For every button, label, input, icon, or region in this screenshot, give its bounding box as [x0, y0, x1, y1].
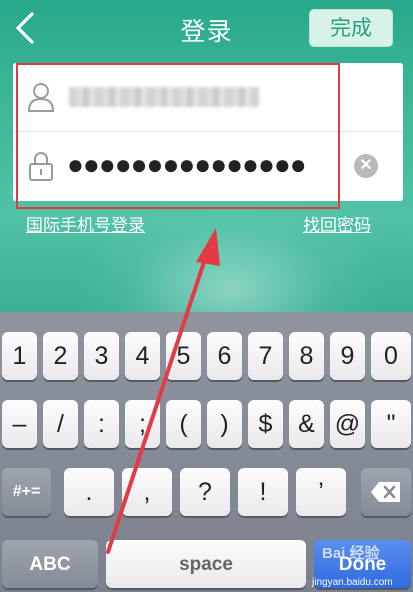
key-close-paren[interactable]: ): [207, 400, 242, 448]
abc-key[interactable]: ABC: [2, 540, 98, 588]
key-question[interactable]: ?: [180, 468, 230, 516]
nav-bar: 登录 完成: [0, 0, 413, 56]
key-semicolon[interactable]: ;: [125, 400, 160, 448]
user-icon: [27, 83, 55, 112]
space-key[interactable]: space: [106, 540, 306, 588]
back-button[interactable]: [8, 8, 42, 48]
clear-circle-icon[interactable]: ✕: [354, 154, 378, 178]
key-1[interactable]: 1: [2, 332, 37, 380]
key-slash[interactable]: /: [43, 400, 78, 448]
done-button[interactable]: 完成: [309, 9, 393, 47]
username-value-redacted: [69, 87, 259, 107]
key-6[interactable]: 6: [207, 332, 242, 380]
forgot-password-link[interactable]: 找回密码: [303, 211, 371, 236]
key-comma[interactable]: ,: [122, 468, 172, 516]
username-field[interactable]: [13, 63, 403, 132]
login-form: ●●●●●●●●●●●●●●● ✕: [13, 63, 403, 201]
key-2[interactable]: 2: [43, 332, 78, 380]
password-field[interactable]: ●●●●●●●●●●●●●●● ✕: [13, 132, 403, 200]
lock-icon: [29, 152, 53, 181]
key-4[interactable]: 4: [125, 332, 160, 380]
backspace-key[interactable]: [361, 468, 411, 516]
key-at[interactable]: @: [330, 400, 365, 448]
key-8[interactable]: 8: [289, 332, 324, 380]
chevron-left-icon: [16, 12, 34, 44]
key-ampersand[interactable]: &: [289, 400, 324, 448]
key-5[interactable]: 5: [166, 332, 201, 380]
key-symbols[interactable]: #+=: [2, 468, 51, 516]
key-3[interactable]: 3: [84, 332, 119, 380]
key-dollar[interactable]: $: [248, 400, 283, 448]
app-background: 登录 完成 ●●●●●●●●●●●●●●● ✕ 国际手机号登录 找回密码: [0, 0, 413, 312]
keyboard: 1 2 3 4 5 6 7 8 9 0 – / : ; ( ) $ & @ " …: [0, 312, 413, 592]
key-open-paren[interactable]: (: [166, 400, 201, 448]
password-value: ●●●●●●●●●●●●●●●: [67, 149, 307, 180]
key-quote[interactable]: ": [371, 400, 411, 448]
done-key[interactable]: Done: [314, 540, 411, 588]
key-colon[interactable]: :: [84, 400, 119, 448]
key-7[interactable]: 7: [248, 332, 283, 380]
key-period[interactable]: .: [64, 468, 114, 516]
key-apostrophe[interactable]: ’: [296, 468, 346, 516]
background-glow: [70, 190, 390, 312]
key-0[interactable]: 0: [371, 332, 411, 380]
key-9[interactable]: 9: [330, 332, 365, 380]
key-exclamation[interactable]: !: [238, 468, 288, 516]
key-dash[interactable]: –: [2, 400, 37, 448]
backspace-icon: [371, 482, 400, 502]
intl-phone-login-link[interactable]: 国际手机号登录: [26, 211, 145, 236]
